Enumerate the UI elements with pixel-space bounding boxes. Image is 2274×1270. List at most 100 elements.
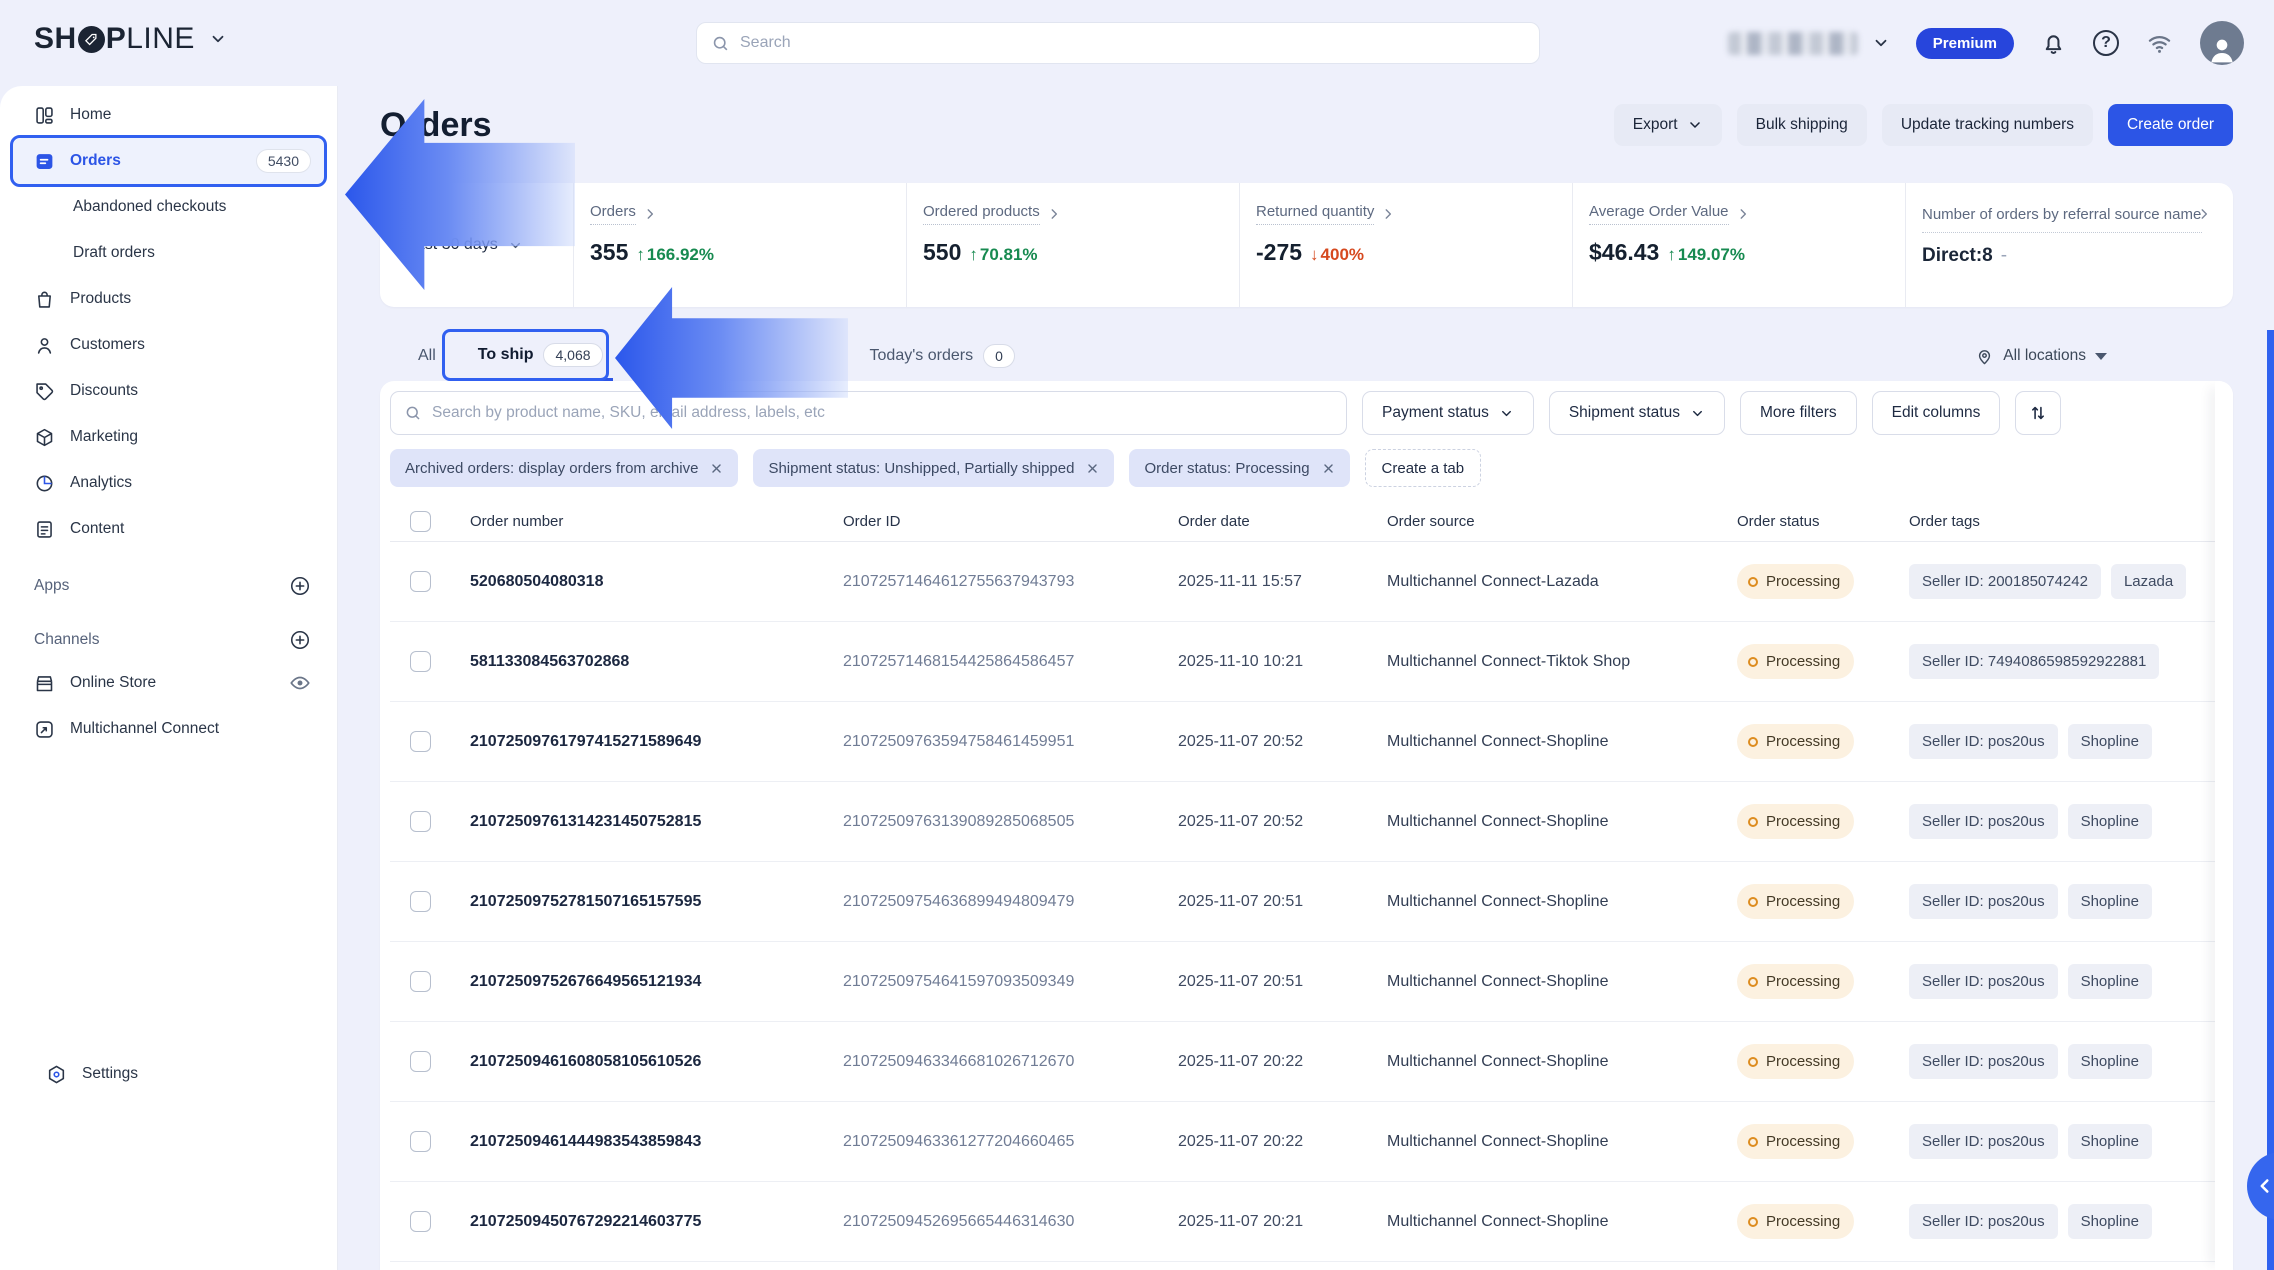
remove-filter-icon[interactable] xyxy=(710,462,723,475)
order-id: 21072509754641597093509349 xyxy=(843,973,1178,991)
sidebar-item-multichannel-connect[interactable]: Multichannel Connect xyxy=(12,706,325,752)
order-number[interactable]: 520680504080318 xyxy=(470,573,843,591)
filter-chip-label: Archived orders: display orders from arc… xyxy=(405,460,698,477)
shipment-status-filter-button[interactable]: Shipment status xyxy=(1549,391,1725,435)
order-tag: Seller ID: pos20us xyxy=(1909,1044,2058,1079)
stat-link[interactable]: Returned quantity xyxy=(1256,203,1395,225)
row-checkbox[interactable] xyxy=(410,571,431,592)
order-row[interactable]: 21072509752781507165157595 2107250975463… xyxy=(390,862,2223,942)
logo-group[interactable]: SHPLINE xyxy=(34,22,227,56)
date-range-label: Last 30 days xyxy=(407,236,498,254)
remove-filter-icon[interactable] xyxy=(1086,462,1099,475)
edit-columns-button[interactable]: Edit columns xyxy=(1872,391,2001,435)
premium-badge[interactable]: Premium xyxy=(1916,28,2014,59)
payment-status-filter-button[interactable]: Payment status xyxy=(1362,391,1534,435)
sidebar-item-analytics[interactable]: Analytics xyxy=(12,460,325,506)
order-source: Multichannel Connect-Shopline xyxy=(1387,893,1737,911)
sidebar-item-abandoned-checkouts[interactable]: Abandoned checkouts xyxy=(12,184,325,230)
order-row[interactable]: 21072509761314231450752815 2107250976313… xyxy=(390,782,2223,862)
remove-filter-icon[interactable] xyxy=(1322,462,1335,475)
order-row[interactable]: 21072509752676649565121934 2107250975464… xyxy=(390,942,2223,1022)
stat-link[interactable]: Average Order Value xyxy=(1589,203,1750,225)
create-order-button[interactable]: Create order xyxy=(2108,104,2233,146)
sidebar-item-marketing[interactable]: Marketing xyxy=(12,414,325,460)
export-button[interactable]: Export xyxy=(1614,104,1722,146)
order-source: Multichannel Connect-Shopline xyxy=(1387,1213,1737,1231)
stat-delta-up: 166.92% xyxy=(636,245,714,265)
user-avatar[interactable] xyxy=(2200,21,2244,65)
sort-button[interactable] xyxy=(2015,391,2061,435)
products-bag-icon xyxy=(34,289,55,310)
notifications-bell-icon[interactable] xyxy=(2040,30,2067,57)
sidebar-item-products[interactable]: Products xyxy=(12,276,325,322)
chevron-right-icon[interactable] xyxy=(2197,207,2211,221)
order-row[interactable]: 21072509761797415271589649 2107250976359… xyxy=(390,702,2223,782)
order-number[interactable]: 21072509752676649565121934 xyxy=(470,973,843,991)
global-search[interactable] xyxy=(696,22,1540,64)
add-channel-plus-icon[interactable] xyxy=(289,629,311,651)
stat-link[interactable]: Orders xyxy=(590,203,657,225)
order-number[interactable]: 21072509461444983543859843 xyxy=(470,1133,843,1151)
row-checkbox[interactable] xyxy=(410,1131,431,1152)
visibility-eye-icon[interactable] xyxy=(289,672,311,694)
global-search-input[interactable] xyxy=(740,34,1525,52)
order-row[interactable]: 21072509461608058105610526 2107250946334… xyxy=(390,1022,2223,1102)
sidebar-item-settings[interactable]: Settings xyxy=(24,1051,313,1097)
column-header-order-source[interactable]: Order source xyxy=(1387,513,1737,530)
column-header-order-number[interactable]: Order number xyxy=(470,513,843,530)
row-checkbox[interactable] xyxy=(410,1051,431,1072)
column-header-order-id[interactable]: Order ID xyxy=(843,513,1178,530)
sidebar-item-orders[interactable]: Orders 5430 xyxy=(12,138,325,184)
sidebar-item-home[interactable]: Home xyxy=(12,92,325,138)
order-row[interactable]: 21072509461444983543859843 2107250946336… xyxy=(390,1102,2223,1182)
update-tracking-numbers-button[interactable]: Update tracking numbers xyxy=(1882,104,2093,146)
add-app-plus-icon[interactable] xyxy=(289,575,311,597)
row-checkbox[interactable] xyxy=(410,811,431,832)
account-switcher[interactable] xyxy=(1728,32,1890,55)
location-pin-icon xyxy=(1975,347,1994,366)
tab-to-ship[interactable]: To ship 4,068 xyxy=(468,331,613,381)
order-tag: Seller ID: pos20us xyxy=(1909,1124,2058,1159)
column-header-order-status[interactable]: Order status xyxy=(1737,513,1909,530)
orders-search-input[interactable] xyxy=(432,404,1333,422)
column-header-order-date[interactable]: Order date xyxy=(1178,513,1387,530)
stat-link[interactable]: Number of orders by referral source name xyxy=(1922,203,2202,233)
order-row[interactable]: 21072509450767292214603775 2107250945269… xyxy=(390,1182,2223,1262)
order-status-badge: Processing xyxy=(1737,724,1854,759)
order-number[interactable]: 21072509761314231450752815 xyxy=(470,813,843,831)
stat-link[interactable]: Ordered products xyxy=(923,203,1061,225)
create-a-tab-button[interactable]: Create a tab xyxy=(1365,449,1482,487)
order-row[interactable]: 520680504080318 210725714646127556379437… xyxy=(390,542,2223,622)
sidebar-item-online-store[interactable]: Online Store xyxy=(12,660,325,706)
processing-dot-icon xyxy=(1748,1137,1758,1147)
order-number[interactable]: 21072509761797415271589649 xyxy=(470,733,843,751)
order-tag: Seller ID: pos20us xyxy=(1909,804,2058,839)
row-checkbox[interactable] xyxy=(410,1211,431,1232)
stat-value: -275 xyxy=(1256,239,1302,266)
row-checkbox[interactable] xyxy=(410,731,431,752)
tab-todays-orders[interactable]: Today's orders 0 xyxy=(860,331,1025,381)
tab-all[interactable]: All xyxy=(408,331,446,381)
orders-search[interactable] xyxy=(390,391,1347,435)
row-checkbox[interactable] xyxy=(410,651,431,672)
row-checkbox[interactable] xyxy=(410,971,431,992)
row-checkbox[interactable] xyxy=(410,891,431,912)
order-number[interactable]: 21072509752781507165157595 xyxy=(470,893,843,911)
column-header-order-tags[interactable]: Order tags xyxy=(1909,513,2223,530)
order-row[interactable]: 581133084563702868 210725714681544258645… xyxy=(390,622,2223,702)
bulk-shipping-button[interactable]: Bulk shipping xyxy=(1737,104,1867,146)
network-wifi-icon[interactable] xyxy=(2145,30,2174,57)
help-icon[interactable]: ? xyxy=(2093,30,2119,56)
sidebar-item-draft-orders[interactable]: Draft orders xyxy=(12,230,325,276)
date-range-selector[interactable]: Last 30 days xyxy=(380,183,573,307)
sidebar-item-content[interactable]: Content xyxy=(12,506,325,552)
select-all-checkbox[interactable] xyxy=(410,511,431,532)
order-number[interactable]: 21072509461608058105610526 xyxy=(470,1053,843,1071)
sidebar-item-discounts[interactable]: Discounts xyxy=(12,368,325,414)
logo-chevron-down-icon[interactable] xyxy=(209,30,227,48)
location-filter[interactable]: All locations xyxy=(1975,347,2107,366)
sidebar-item-customers[interactable]: Customers xyxy=(12,322,325,368)
order-number[interactable]: 21072509450767292214603775 xyxy=(470,1213,843,1231)
more-filters-button[interactable]: More filters xyxy=(1740,391,1857,435)
order-number[interactable]: 581133084563702868 xyxy=(470,653,843,671)
